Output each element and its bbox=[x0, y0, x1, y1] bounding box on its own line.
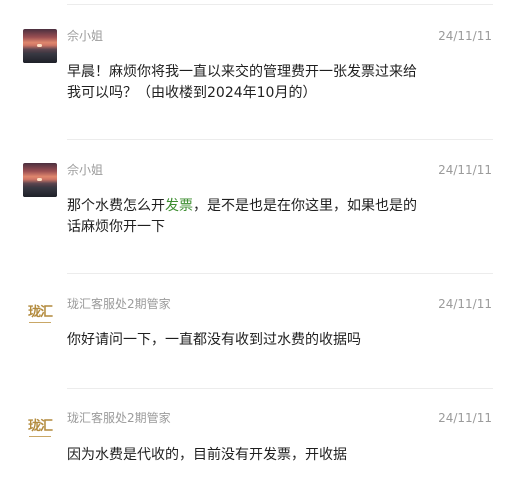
sender-name[interactable]: 珑汇客服处2期管家 bbox=[67, 411, 171, 425]
sender-name[interactable]: 珑汇客服处2期管家 bbox=[67, 297, 171, 311]
invoice-link[interactable]: 发票 bbox=[165, 198, 193, 214]
top-divider bbox=[67, 4, 493, 5]
sun-graphic bbox=[37, 44, 42, 47]
avatar[interactable]: 珑汇 bbox=[23, 412, 57, 446]
message-text: 那个水费怎么开发票，是不是也是在你这里，如果也是的 话麻烦你开一下 bbox=[67, 196, 437, 238]
message-date: 24/11/11 bbox=[438, 163, 492, 177]
message-divider bbox=[67, 273, 493, 274]
shore-graphic bbox=[23, 187, 57, 197]
avatar[interactable]: 珑汇 bbox=[23, 298, 57, 332]
sender-name[interactable]: 佘小姐 bbox=[67, 29, 103, 43]
shore-graphic bbox=[23, 53, 57, 63]
message-text-segment: 那个水费怎么开 bbox=[67, 198, 165, 214]
lunghui-logo: 珑汇 bbox=[27, 305, 53, 320]
logo-rule bbox=[29, 322, 51, 323]
sun-graphic bbox=[37, 178, 42, 181]
message-date: 24/11/11 bbox=[438, 297, 492, 311]
avatar[interactable] bbox=[23, 29, 57, 63]
logo-rule bbox=[29, 436, 51, 437]
message-text: 早晨！麻烦你将我一直以来交的管理费开一张发票过来给 我可以吗？（由收楼到2024… bbox=[67, 64, 417, 101]
message-date: 24/11/11 bbox=[438, 29, 492, 43]
message-text: 因为水费是代收的，目前没有开发票，开收据 bbox=[67, 447, 347, 463]
message-divider bbox=[67, 388, 493, 389]
message-date: 24/11/11 bbox=[438, 411, 492, 425]
avatar[interactable] bbox=[23, 163, 57, 197]
message-divider bbox=[67, 139, 493, 140]
sender-name[interactable]: 佘小姐 bbox=[67, 163, 103, 177]
lunghui-logo: 珑汇 bbox=[27, 419, 53, 434]
message-text: 你好请问一下，一直都没有收到过水费的收据吗 bbox=[67, 332, 361, 348]
